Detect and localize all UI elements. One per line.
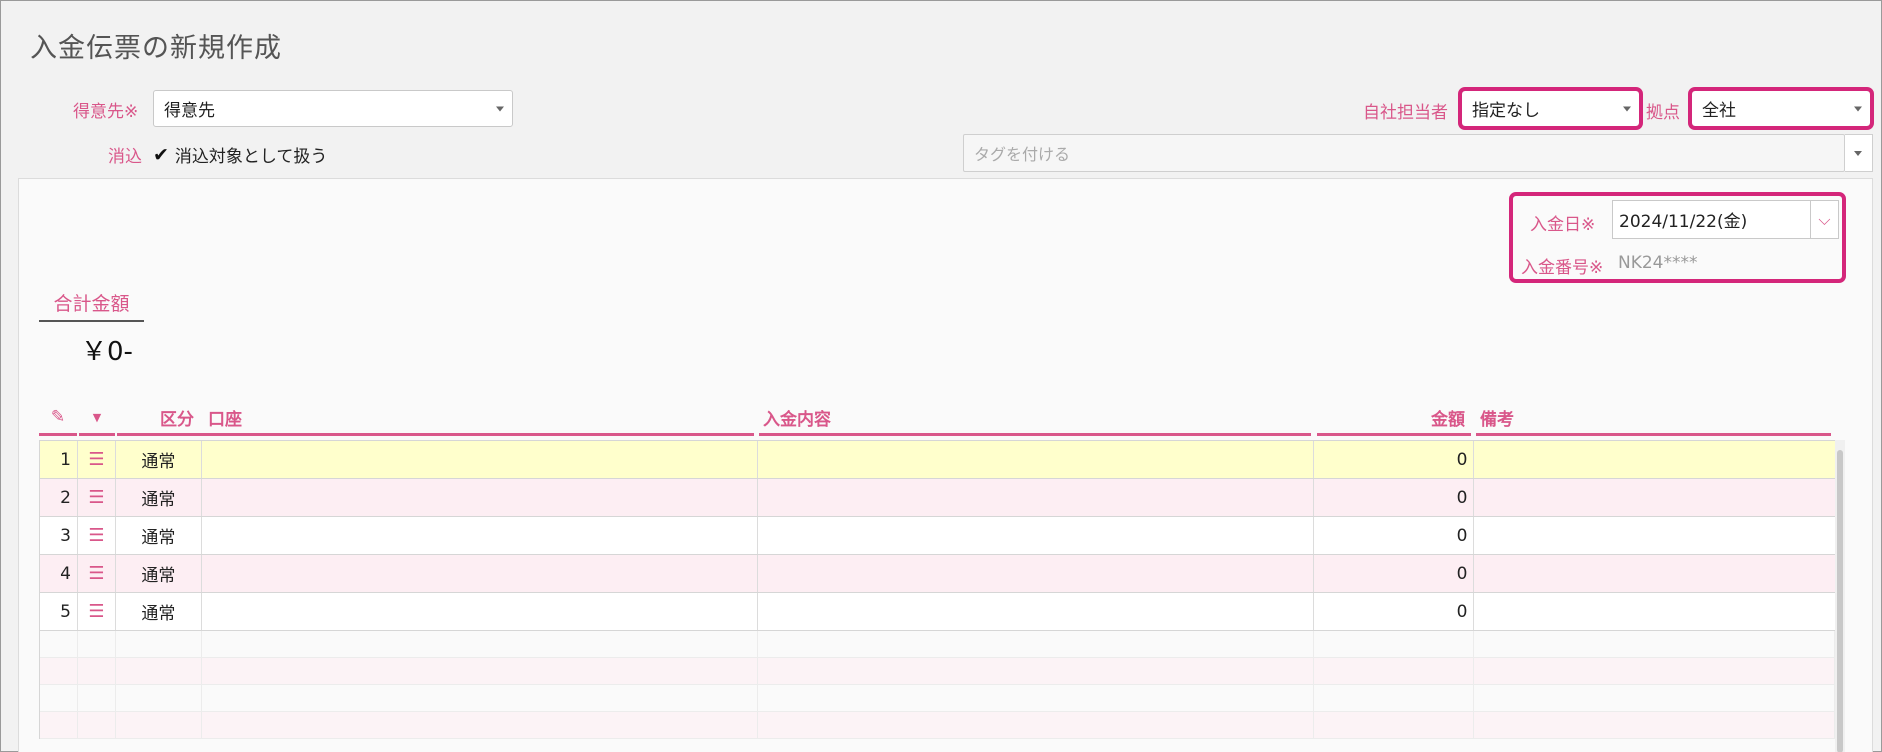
table-row[interactable]: 2 ☰ 通常 0 <box>40 479 1835 517</box>
date-label: 入金日※ <box>1530 215 1596 235</box>
cell-bikou[interactable] <box>1474 441 1835 478</box>
date-value: 2024/11/22(金) <box>1619 212 1748 232</box>
edit-column-header[interactable]: ✎ <box>39 401 77 436</box>
table-row[interactable]: 3 ☰ 通常 0 <box>40 517 1835 555</box>
tag-dropdown-button[interactable] <box>1845 134 1873 172</box>
chevron-down-icon <box>1623 106 1631 111</box>
chevron-down-icon <box>1854 151 1862 156</box>
cell-kingaku[interactable]: 0 <box>1314 517 1475 554</box>
cell-bikou[interactable] <box>1474 555 1835 592</box>
cell-kubun[interactable]: 通常 <box>116 479 202 516</box>
cell-naiyou[interactable] <box>758 517 1314 554</box>
caret-down-icon: ▼ <box>92 410 102 424</box>
detail-table: ✎ ▼ 区分 口座 入金内容 金額 備考 1 ☰ 通常 0 2 ☰ 通常 0 3… <box>39 401 1836 739</box>
empty-row <box>40 631 1835 658</box>
cell-kubun[interactable]: 通常 <box>116 517 202 554</box>
row-number: 2 <box>40 479 78 516</box>
cell-kouza[interactable] <box>202 441 759 478</box>
cell-kingaku[interactable]: 0 <box>1314 593 1475 630</box>
customer-select[interactable]: 得意先 <box>153 90 513 127</box>
base-select-value: 全社 <box>1702 101 1736 121</box>
chevron-down-icon <box>1854 106 1862 111</box>
cell-kingaku[interactable]: 0 <box>1314 441 1475 478</box>
hamburger-menu-icon[interactable]: ☰ <box>78 593 116 630</box>
scrollbar-thumb[interactable] <box>1837 450 1843 752</box>
table-scrollbar[interactable] <box>1835 440 1845 752</box>
table-header: ✎ ▼ 区分 口座 入金内容 金額 備考 <box>39 401 1836 436</box>
offset-checkbox-label: 消込対象として扱う <box>174 147 328 167</box>
hamburger-menu-icon[interactable]: ☰ <box>78 555 116 592</box>
date-input[interactable]: 2024/11/22(金) <box>1612 200 1811 239</box>
base-label: 拠点 <box>1646 103 1680 123</box>
empty-row <box>40 658 1835 685</box>
cell-naiyou[interactable] <box>758 593 1314 630</box>
pencil-icon: ✎ <box>50 407 66 427</box>
cell-kingaku[interactable]: 0 <box>1314 479 1475 516</box>
chevron-down-icon <box>496 106 504 111</box>
cell-kouza[interactable] <box>202 555 759 592</box>
cell-kouza[interactable] <box>202 517 759 554</box>
cell-bikou[interactable] <box>1474 593 1835 630</box>
number-label: 入金番号※ <box>1521 258 1604 278</box>
column-header-naiyou: 入金内容 <box>759 401 1311 436</box>
customer-select-value: 得意先 <box>164 101 215 121</box>
cell-kouza[interactable] <box>202 479 759 516</box>
cell-naiyou[interactable] <box>758 555 1314 592</box>
column-header-kouza: 口座 <box>202 401 754 436</box>
tag-placeholder: タグを付ける <box>974 145 1071 164</box>
base-select[interactable]: 全社 <box>1688 87 1874 130</box>
row-menu-column-header[interactable]: ▼ <box>79 401 115 436</box>
offset-label: 消込 <box>108 147 142 167</box>
customer-label: 得意先※ <box>73 102 139 122</box>
column-header-kingaku: 金額 <box>1317 401 1471 436</box>
hamburger-menu-icon[interactable]: ☰ <box>78 517 116 554</box>
table-row[interactable]: 5 ☰ 通常 0 <box>40 593 1835 631</box>
row-number: 1 <box>40 441 78 478</box>
offset-checkbox[interactable]: ✔ 消込対象として扱う <box>153 142 328 168</box>
hamburger-menu-icon[interactable]: ☰ <box>78 441 116 478</box>
row-number: 3 <box>40 517 78 554</box>
page-title: 入金伝票の新規作成 <box>30 33 282 64</box>
empty-row <box>40 685 1835 712</box>
staff-select[interactable]: 指定なし <box>1458 87 1643 130</box>
cell-bikou[interactable] <box>1474 517 1835 554</box>
cell-kubun[interactable]: 通常 <box>116 593 202 630</box>
total-value: ￥0- <box>81 337 133 367</box>
total-label: 合計金額 <box>39 289 144 322</box>
empty-row <box>40 712 1835 739</box>
cell-kubun[interactable]: 通常 <box>116 441 202 478</box>
row-number: 4 <box>40 555 78 592</box>
table-row[interactable]: 1 ☰ 通常 0 <box>40 441 1835 479</box>
row-number: 5 <box>40 593 78 630</box>
column-header-bikou: 備考 <box>1476 401 1831 436</box>
cell-kingaku[interactable]: 0 <box>1314 555 1475 592</box>
tag-input[interactable]: タグを付ける <box>963 134 1845 172</box>
cell-naiyou[interactable] <box>758 441 1314 478</box>
checkmark-icon: ✔ <box>153 143 169 166</box>
cell-bikou[interactable] <box>1474 479 1835 516</box>
number-value: NK24**** <box>1618 253 1698 273</box>
hamburger-menu-icon[interactable]: ☰ <box>78 479 116 516</box>
cell-kubun[interactable]: 通常 <box>116 555 202 592</box>
staff-select-value: 指定なし <box>1472 101 1540 121</box>
chevron-down-icon: ⌵ <box>1818 209 1831 229</box>
cell-kouza[interactable] <box>202 593 759 630</box>
date-picker-button[interactable]: ⌵ <box>1811 200 1839 239</box>
cell-naiyou[interactable] <box>758 479 1314 516</box>
staff-label: 自社担当者 <box>1363 103 1448 123</box>
table-row[interactable]: 4 ☰ 通常 0 <box>40 555 1835 593</box>
